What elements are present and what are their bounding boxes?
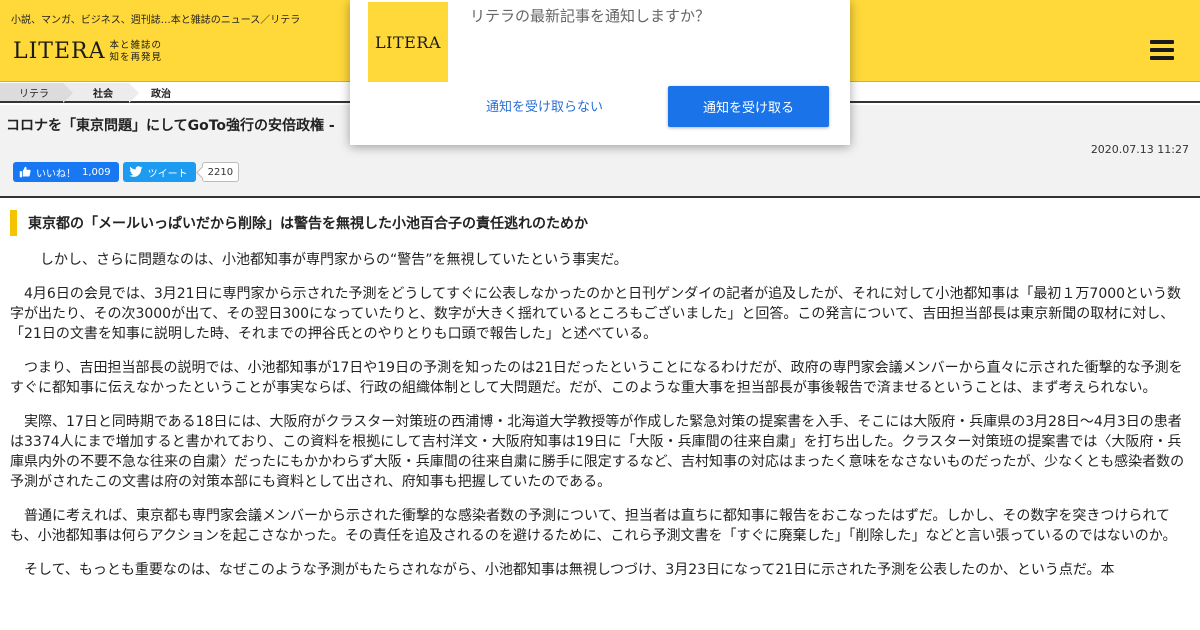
article-paragraph: しかし、さらに問題なのは、小池都知事が専門家からの“警告”を無視していたという事… [40, 252, 628, 268]
notification-prompt: LITERA リテラの最新記事を通知しますか？ 通知を受け取らない 通知を受け取… [350, 0, 850, 145]
hamburger-menu-icon[interactable] [1150, 40, 1174, 60]
notification-logo: LITERA [368, 2, 448, 82]
breadcrumb-home[interactable]: リテラ [0, 83, 73, 103]
article-paragraph: 実際、17日と同時期である18日には、大阪府がクラスター対策班の西浦博・北海道大… [10, 414, 1185, 490]
notification-logo-wordmark: LITERA [375, 32, 441, 52]
article-paragraph: つまり、吉田担当部長の説明では、小池都知事が17日や19日の予測を知ったのは21… [10, 360, 1183, 396]
like-label: いいね！ [36, 168, 76, 180]
tweet-label: ツイート [147, 168, 188, 180]
logo-wordmark: LITERA [13, 39, 106, 64]
facebook-like-button[interactable]: いいね！ 1,009 [13, 162, 119, 182]
hamburger-bar [1150, 56, 1174, 60]
thumbs-up-icon [19, 166, 31, 178]
accept-notifications-button[interactable]: 通知を受け取る [668, 86, 829, 127]
article-paragraph: そして、もっとも重要なのは、なぜこのような予測がもたらされながら、小池都知事は無… [24, 562, 1115, 578]
site-tagline: 小説、マンガ、ビジネス、週刊誌…本と雑誌のニュース／リテラ [11, 15, 301, 26]
logo-subtitle: 本と雑誌の知を再発見 [109, 40, 163, 63]
article-paragraph: 4月6日の会見では、3月21日に専門家から示された予測をどうしてすぐに公表しなか… [10, 286, 1182, 342]
like-count: 1,009 [82, 166, 111, 178]
social-buttons: いいね！ 1,009 ツイート 2210 [13, 162, 240, 182]
article-paragraph: 普通に考えれば、東京都も専門家会議メンバーから示された衝撃的な感染者数の予測につ… [10, 508, 1177, 544]
article-title: コロナを「東京問題」にしてGoTo強行の安倍政権 ‐ [6, 118, 335, 134]
notification-message: リテラの最新記事を通知しますか？ [470, 7, 711, 25]
tweet-count-bubble: 2210 [201, 162, 240, 182]
hamburger-bar [1150, 48, 1174, 52]
article-body: しかし、さらに問題なのは、小池都知事が専門家からの“警告”を無視していたという事… [10, 250, 1190, 594]
site-logo[interactable]: LITERA 本と雑誌の知を再発見 [13, 38, 168, 66]
tweet-button[interactable]: ツイート [122, 162, 196, 182]
section-heading: 東京都の「メールいっぱいだから削除」は警告を無視した小池百合子の責任逃れのためか [10, 210, 1190, 236]
article-date: 2020.07.13 11:27 [1090, 143, 1189, 156]
hamburger-bar [1150, 40, 1174, 44]
deny-notifications-button[interactable]: 通知を受け取らない [486, 96, 603, 115]
twitter-bird-icon [129, 166, 143, 177]
